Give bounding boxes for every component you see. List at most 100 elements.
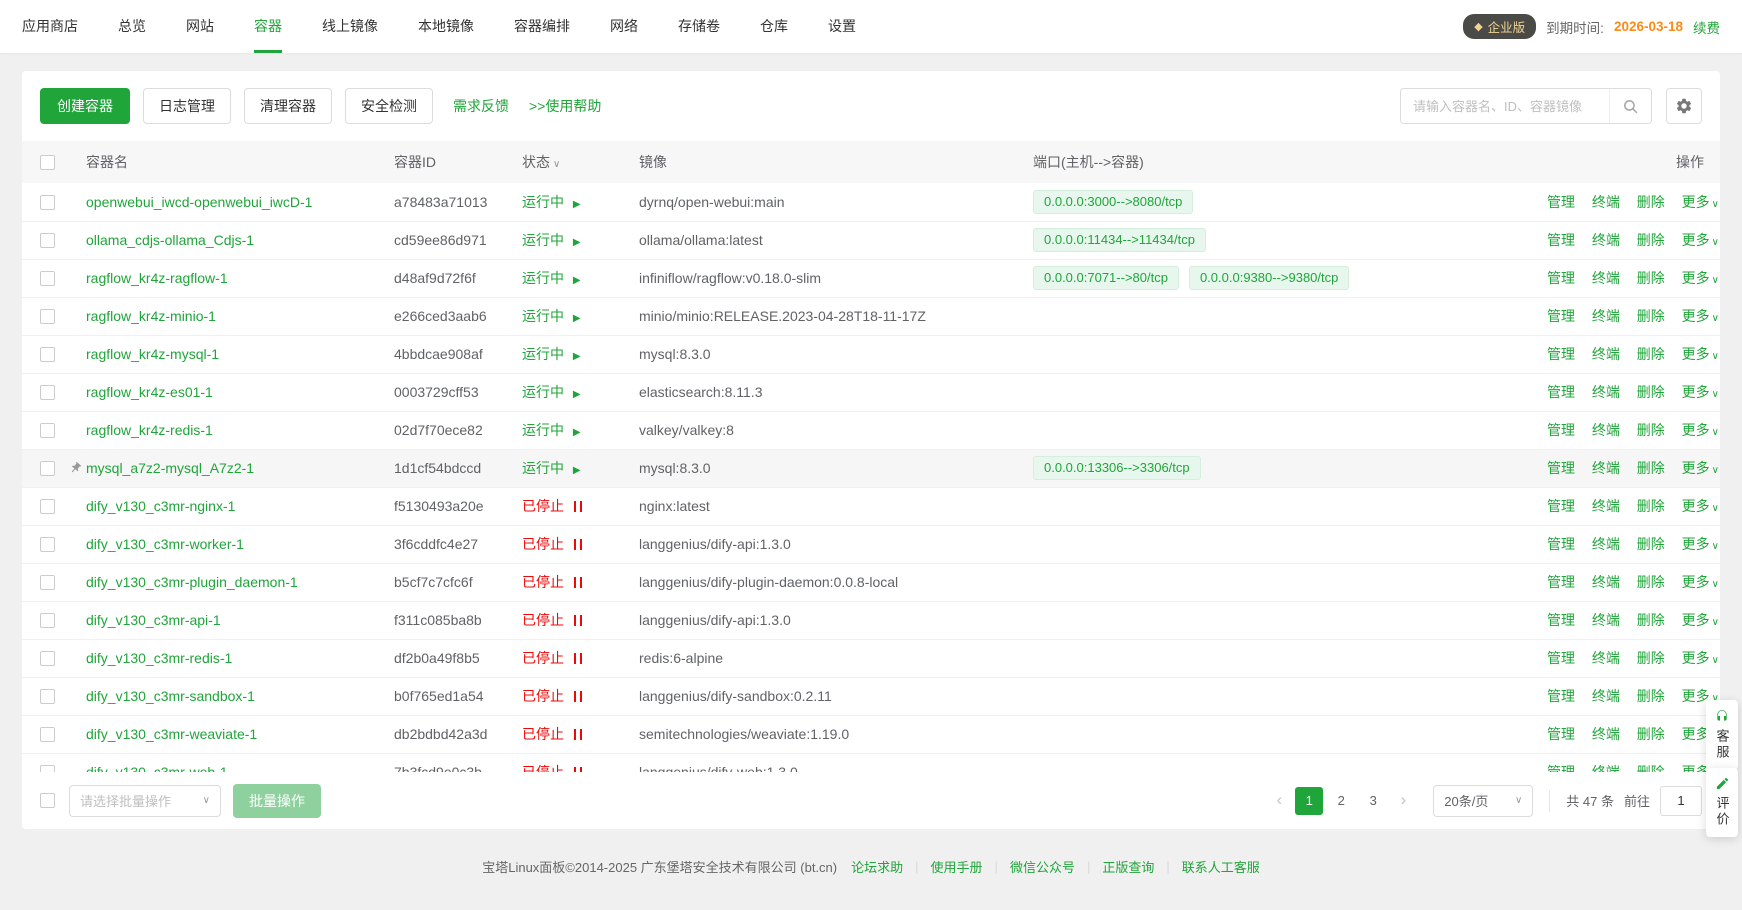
- action-delete[interactable]: 删除: [1637, 384, 1665, 400]
- action-manage[interactable]: 管理: [1547, 612, 1575, 628]
- action-more[interactable]: 更多∨: [1682, 612, 1719, 628]
- action-delete[interactable]: 删除: [1637, 612, 1665, 628]
- batch-apply-button[interactable]: 批量操作: [233, 784, 321, 818]
- action-more[interactable]: 更多∨: [1682, 574, 1719, 590]
- container-name-link[interactable]: ollama_cdjs-ollama_Cdjs-1: [86, 232, 254, 248]
- row-checkbox[interactable]: [40, 689, 55, 704]
- pause-icon[interactable]: [574, 539, 582, 550]
- row-checkbox[interactable]: [40, 385, 55, 400]
- play-icon[interactable]: ▶: [573, 237, 581, 248]
- container-name-link[interactable]: ragflow_kr4z-mysql-1: [86, 346, 219, 362]
- row-checkbox[interactable]: [40, 423, 55, 438]
- action-manage[interactable]: 管理: [1547, 308, 1575, 324]
- nav-item-设置[interactable]: 设置: [828, 0, 856, 53]
- action-manage[interactable]: 管理: [1547, 764, 1575, 772]
- action-terminal[interactable]: 终端: [1592, 422, 1620, 438]
- create-container-button[interactable]: 创建容器: [40, 88, 130, 124]
- action-delete[interactable]: 删除: [1637, 726, 1665, 742]
- pause-icon[interactable]: [574, 729, 582, 740]
- row-checkbox[interactable]: [40, 233, 55, 248]
- container-name-link[interactable]: ragflow_kr4z-es01-1: [86, 384, 213, 400]
- feedback-link[interactable]: 需求反馈: [453, 96, 509, 116]
- action-more[interactable]: 更多∨: [1682, 346, 1719, 362]
- next-page-button[interactable]: ›: [1389, 787, 1417, 815]
- action-terminal[interactable]: 终端: [1592, 308, 1620, 324]
- row-checkbox[interactable]: [40, 727, 55, 742]
- page-button-1[interactable]: 1: [1295, 787, 1323, 815]
- play-icon[interactable]: ▶: [573, 275, 581, 286]
- action-manage[interactable]: 管理: [1547, 574, 1575, 590]
- container-name-link[interactable]: dify_v130_c3mr-weaviate-1: [86, 726, 257, 742]
- review-widget[interactable]: 评价: [1706, 768, 1738, 837]
- footer-link-微信公众号[interactable]: 微信公众号: [1010, 857, 1075, 876]
- batch-operation-select[interactable]: 请选择批量操作 ∨: [69, 785, 221, 817]
- clean-container-button[interactable]: 清理容器: [244, 88, 332, 124]
- action-manage[interactable]: 管理: [1547, 232, 1575, 248]
- container-name-link[interactable]: mysql_a7z2-mysql_A7z2-1: [86, 460, 254, 476]
- container-name-link[interactable]: dify_v130_c3mr-nginx-1: [86, 498, 235, 514]
- action-manage[interactable]: 管理: [1547, 688, 1575, 704]
- action-terminal[interactable]: 终端: [1592, 346, 1620, 362]
- action-delete[interactable]: 删除: [1637, 536, 1665, 552]
- action-manage[interactable]: 管理: [1547, 460, 1575, 476]
- container-name-link[interactable]: dify_v130_c3mr-web-1: [86, 764, 228, 772]
- action-more[interactable]: 更多∨: [1682, 422, 1719, 438]
- action-delete[interactable]: 删除: [1637, 498, 1665, 514]
- row-checkbox[interactable]: [40, 765, 55, 772]
- container-name-link[interactable]: dify_v130_c3mr-worker-1: [86, 536, 244, 552]
- footer-link-使用手册[interactable]: 使用手册: [931, 857, 983, 876]
- renew-link[interactable]: 续费: [1693, 17, 1720, 37]
- log-management-button[interactable]: 日志管理: [143, 88, 231, 124]
- action-delete[interactable]: 删除: [1637, 232, 1665, 248]
- action-terminal[interactable]: 终端: [1592, 612, 1620, 628]
- nav-item-容器[interactable]: 容器: [254, 0, 282, 53]
- pause-icon[interactable]: [574, 615, 582, 626]
- page-button-3[interactable]: 3: [1359, 787, 1387, 815]
- security-check-button[interactable]: 安全检测: [345, 88, 433, 124]
- customer-service-widget[interactable]: 客服: [1706, 700, 1738, 770]
- action-terminal[interactable]: 终端: [1592, 232, 1620, 248]
- row-checkbox[interactable]: [40, 499, 55, 514]
- nav-item-容器编排[interactable]: 容器编排: [514, 0, 570, 53]
- page-button-2[interactable]: 2: [1327, 787, 1355, 815]
- container-name-link[interactable]: openwebui_iwcd-openwebui_iwcD-1: [86, 194, 312, 210]
- action-delete[interactable]: 删除: [1637, 764, 1665, 772]
- action-manage[interactable]: 管理: [1547, 650, 1575, 666]
- nav-item-总览[interactable]: 总览: [118, 0, 146, 53]
- action-terminal[interactable]: 终端: [1592, 764, 1620, 772]
- container-name-link[interactable]: dify_v130_c3mr-sandbox-1: [86, 688, 255, 704]
- action-delete[interactable]: 删除: [1637, 574, 1665, 590]
- settings-button[interactable]: [1666, 88, 1702, 124]
- play-icon[interactable]: ▶: [573, 199, 581, 210]
- action-delete[interactable]: 删除: [1637, 194, 1665, 210]
- search-button[interactable]: [1609, 89, 1651, 123]
- page-size-select[interactable]: 20条/页 ∨: [1433, 785, 1533, 817]
- action-delete[interactable]: 删除: [1637, 460, 1665, 476]
- action-more[interactable]: 更多∨: [1682, 536, 1719, 552]
- action-terminal[interactable]: 终端: [1592, 498, 1620, 514]
- nav-item-仓库[interactable]: 仓库: [760, 0, 788, 53]
- nav-item-网站[interactable]: 网站: [186, 0, 214, 53]
- help-link[interactable]: >>使用帮助: [529, 96, 601, 116]
- select-all-checkbox[interactable]: [40, 155, 55, 170]
- play-icon[interactable]: ▶: [573, 465, 581, 476]
- action-manage[interactable]: 管理: [1547, 194, 1575, 210]
- play-icon[interactable]: ▶: [573, 351, 581, 362]
- pause-icon[interactable]: [574, 653, 582, 664]
- action-terminal[interactable]: 终端: [1592, 460, 1620, 476]
- action-more[interactable]: 更多∨: [1682, 460, 1719, 476]
- action-terminal[interactable]: 终端: [1592, 536, 1620, 552]
- container-name-link[interactable]: dify_v130_c3mr-plugin_daemon-1: [86, 574, 298, 590]
- action-more[interactable]: 更多∨: [1682, 194, 1719, 210]
- container-name-link[interactable]: dify_v130_c3mr-api-1: [86, 612, 221, 628]
- row-checkbox[interactable]: [40, 575, 55, 590]
- action-manage[interactable]: 管理: [1547, 270, 1575, 286]
- action-manage[interactable]: 管理: [1547, 498, 1575, 514]
- container-name-link[interactable]: ragflow_kr4z-ragflow-1: [86, 270, 228, 286]
- action-more[interactable]: 更多∨: [1682, 498, 1719, 514]
- container-name-link[interactable]: dify_v130_c3mr-redis-1: [86, 650, 232, 666]
- action-delete[interactable]: 删除: [1637, 422, 1665, 438]
- nav-item-线上镜像[interactable]: 线上镜像: [322, 0, 378, 53]
- action-delete[interactable]: 删除: [1637, 270, 1665, 286]
- play-icon[interactable]: ▶: [573, 313, 581, 324]
